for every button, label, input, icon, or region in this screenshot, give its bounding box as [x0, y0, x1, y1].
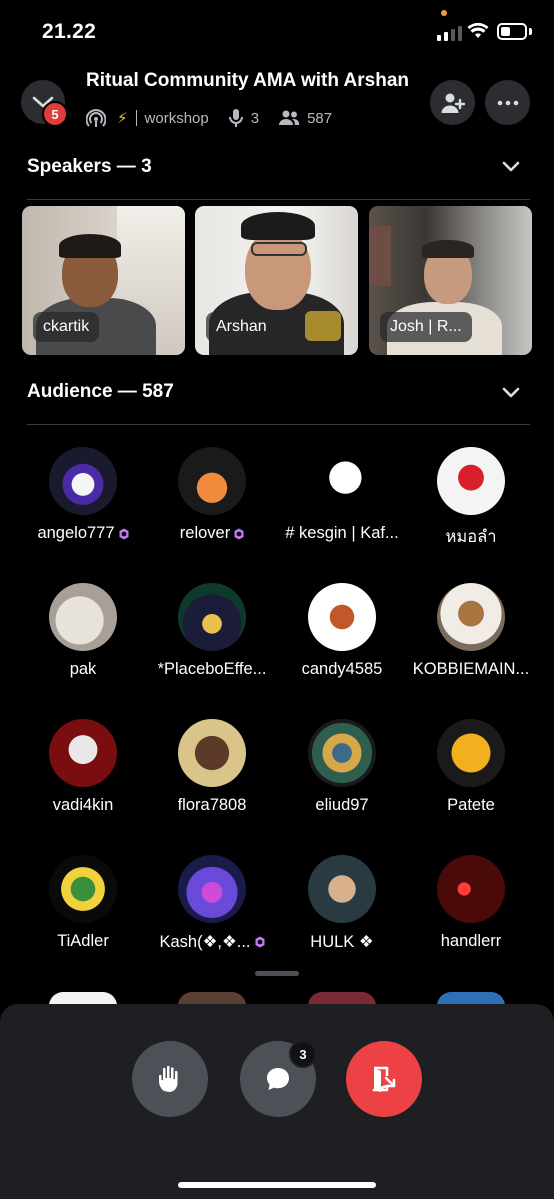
avatar [308, 855, 376, 923]
nitro-boost-icon [255, 936, 265, 948]
leave-stage-button[interactable] [346, 1041, 422, 1117]
audience-member[interactable]: handlerr [406, 855, 536, 951]
audience-member[interactable]: # kesgin | Kaf... [277, 447, 407, 543]
stage-title: Ritual Community AMA with Arshan [86, 70, 409, 91]
speaker-tile[interactable]: Arshan [195, 206, 358, 355]
avatar [308, 447, 376, 515]
audience-member-name: flora7808 [177, 796, 247, 814]
chevron-down-icon [502, 161, 520, 172]
cellular-signal-icon [437, 25, 462, 41]
audience-member[interactable]: flora7808 [147, 719, 277, 815]
invite-button[interactable] [430, 80, 475, 125]
more-icon [497, 100, 518, 105]
notification-badge: 5 [42, 101, 68, 127]
audience-member[interactable]: KOBBIEMAIN... [406, 583, 536, 679]
avatar [308, 583, 376, 651]
raise-hand-button[interactable] [132, 1041, 208, 1117]
stage-emoji: ⚡ [117, 110, 128, 127]
mic-in-use-indicator [441, 10, 447, 16]
audience-member[interactable]: *PlaceboEffe... [147, 583, 277, 679]
speaker-name: Arshan [206, 312, 277, 342]
microphone-icon [228, 109, 243, 127]
audience-member-name: pak [69, 660, 97, 678]
sheet-drag-handle[interactable] [255, 971, 299, 976]
audience-member-name: candy4585 [301, 660, 383, 678]
avatar [49, 583, 117, 651]
chevron-down-icon [502, 387, 520, 398]
audience-member-name: หมอลำ [445, 528, 497, 546]
add-person-icon [441, 93, 465, 113]
battery-icon [497, 23, 527, 40]
audience-member[interactable]: pak [18, 583, 148, 679]
raise-hand-icon [159, 1065, 178, 1092]
stage-meta: ⚡ workshop 3 587 [86, 108, 332, 128]
audience-member-name: *PlaceboEffe... [157, 660, 267, 678]
avatar [178, 447, 246, 515]
avatar [308, 719, 376, 787]
people-icon [279, 110, 300, 125]
avatar [49, 447, 117, 515]
nitro-boost-icon [119, 528, 129, 539]
audience-member[interactable]: TiAdler [18, 855, 148, 951]
listener-count: 587 [307, 109, 333, 127]
chat-unread-badge: 3 [289, 1040, 317, 1068]
avatar [178, 583, 246, 651]
audience-member[interactable]: candy4585 [277, 583, 407, 679]
audience-member-name: handlerr [440, 932, 502, 950]
audience-collapse-toggle[interactable] [502, 386, 520, 404]
leave-stage-icon [372, 1066, 396, 1092]
audience-member-name: angelo777 [18, 524, 148, 543]
audience-member[interactable]: HULK ❖ [277, 855, 407, 952]
audience-member-name: HULK ❖ [310, 933, 374, 951]
speaker-name: ckartik [33, 312, 100, 342]
channel-name[interactable]: workshop [145, 110, 209, 127]
speaker-name: Josh | R... [380, 312, 472, 342]
audience-section-title: Audience — 587 [27, 381, 174, 402]
divider [27, 424, 530, 425]
wifi-icon [467, 22, 489, 38]
avatar [178, 719, 246, 787]
audience-member[interactable]: Patete [406, 719, 536, 815]
audience-member-name: Patete [447, 796, 495, 814]
avatar [437, 855, 505, 923]
audience-member[interactable]: vadi4kin [18, 719, 148, 815]
speakers-section-title: Speakers — 3 [27, 156, 152, 177]
audience-member[interactable]: หมอลำ [406, 447, 536, 550]
stage-icon [86, 109, 106, 127]
status-time: 21.22 [42, 20, 97, 43]
audience-member-name: KOBBIEMAIN... [412, 660, 530, 678]
avatar [437, 583, 505, 651]
chat-bubble-icon [267, 1068, 289, 1090]
divider [27, 199, 530, 200]
audience-member-name: TiAdler [57, 932, 109, 950]
audience-member-name: # kesgin | Kaf... [285, 524, 399, 542]
audience-member[interactable]: Kash(❖,❖... [147, 855, 277, 952]
avatar [49, 719, 117, 787]
audience-member[interactable]: relover [147, 447, 277, 543]
more-options-button[interactable] [485, 80, 530, 125]
home-indicator [178, 1182, 376, 1188]
audience-member-name: relover [147, 524, 277, 543]
audience-member-name: Kash(❖,❖... [147, 932, 277, 952]
speaker-count: 3 [250, 109, 260, 127]
speaker-tile[interactable]: ckartik [22, 206, 185, 355]
avatar [49, 855, 117, 923]
speakers-collapse-toggle[interactable] [502, 160, 520, 178]
nitro-boost-icon [234, 528, 244, 539]
avatar [437, 447, 505, 515]
avatar [437, 719, 505, 787]
audience-member[interactable]: angelo777 [18, 447, 148, 543]
speaker-tile[interactable]: Josh | R... [369, 206, 532, 355]
audience-member[interactable]: eliud97 [277, 719, 407, 815]
audience-member-name: eliud97 [315, 796, 369, 814]
audience-member-name: vadi4kin [52, 796, 114, 814]
avatar [178, 855, 246, 923]
